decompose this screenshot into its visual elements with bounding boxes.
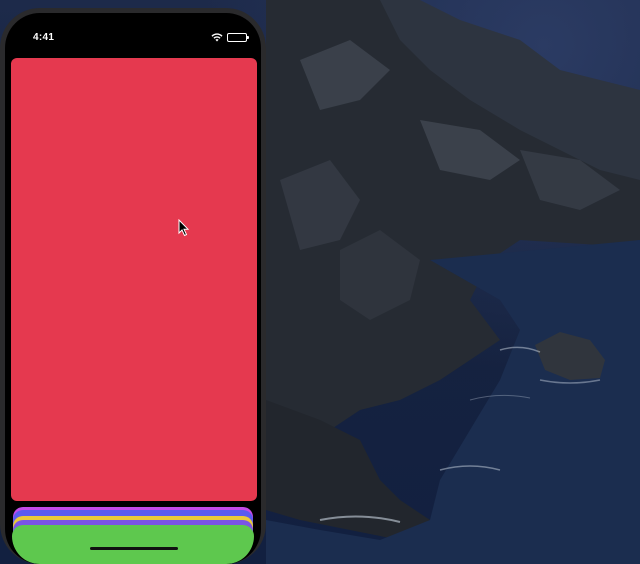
phone-notch <box>73 13 195 37</box>
stacked-card-green[interactable] <box>12 525 254 564</box>
card-stack[interactable] <box>5 13 261 564</box>
phone-simulator: 4:41 <box>0 8 266 564</box>
phone-screen: 4:41 <box>5 13 261 564</box>
mouse-pointer-icon <box>178 219 190 237</box>
home-indicator[interactable] <box>90 547 178 550</box>
